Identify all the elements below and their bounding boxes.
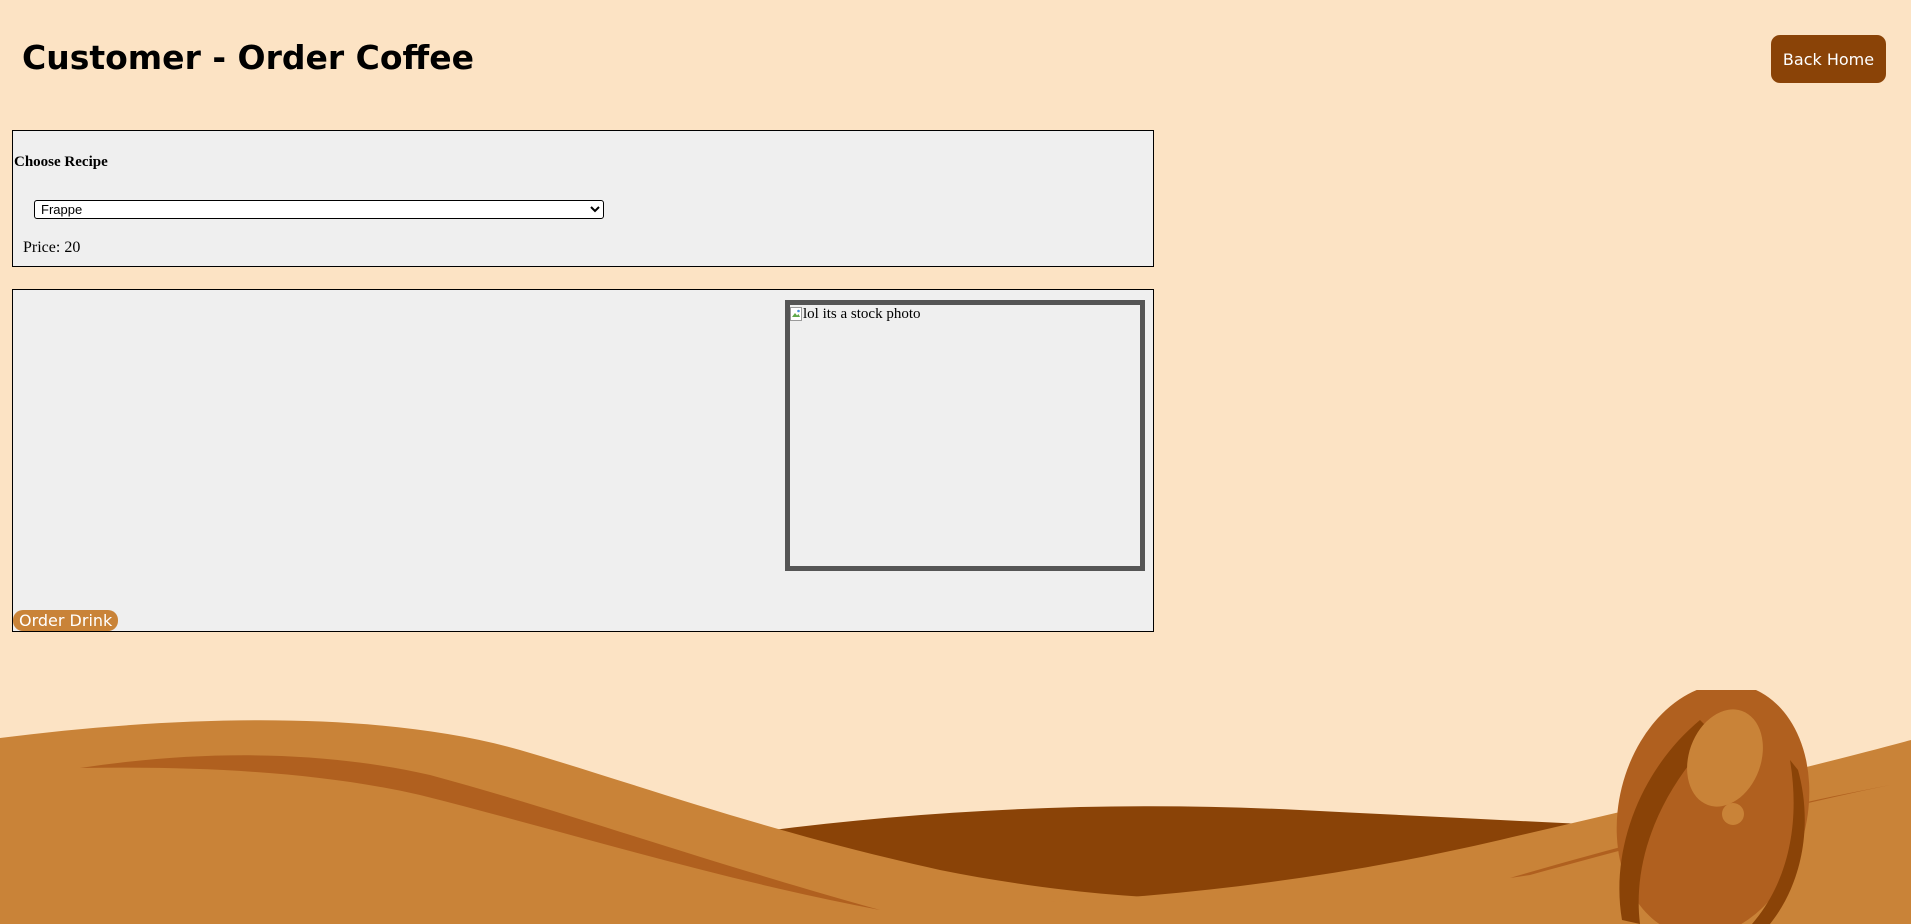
recipe-select[interactable]: Frappe: [34, 200, 604, 219]
back-home-button[interactable]: Back Home: [1771, 35, 1886, 83]
page-title: Customer - Order Coffee: [22, 38, 474, 77]
broken-image-icon: [790, 307, 802, 321]
order-drink-button[interactable]: Order Drink: [13, 610, 119, 631]
photo-alt-text: lol its a stock photo: [803, 306, 921, 322]
price-line: Price: 20: [23, 239, 80, 257]
recipe-panel: Choose Recipe Frappe Price: 20: [12, 130, 1154, 267]
coffee-landscape-illustration: [0, 690, 1911, 924]
price-label: Price:: [23, 239, 61, 256]
price-value: 20: [64, 239, 81, 256]
photo-alt-text-container: lol its a stock photo: [790, 305, 921, 323]
order-panel: lol its a stock photo Order Drink: [12, 289, 1154, 632]
drink-photo: lol its a stock photo: [785, 300, 1145, 571]
recipe-heading: Choose Recipe: [14, 154, 108, 170]
